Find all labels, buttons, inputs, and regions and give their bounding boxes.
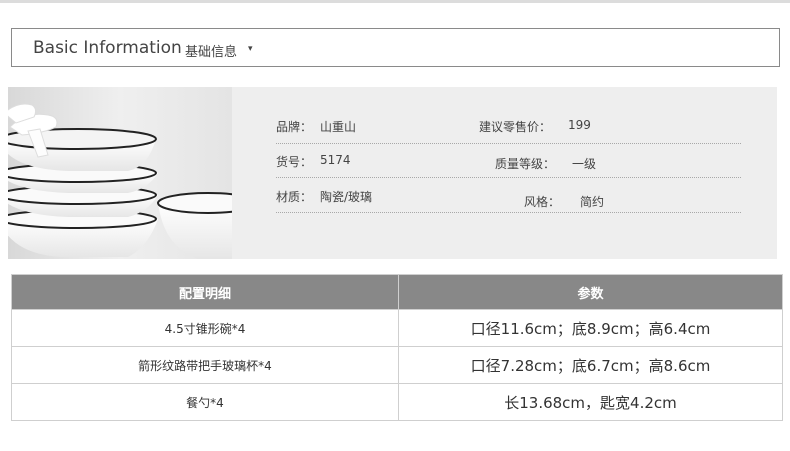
spec-table: 配置明细 参数 4.5寸锥形碗*4 口径11.6cm；底8.9cm；高6.4cm… <box>11 274 783 421</box>
config-cell: 4.5寸锥形碗*4 <box>11 309 399 347</box>
divider-row-1 <box>276 143 741 144</box>
top-divider <box>0 0 790 3</box>
style-label: 风格： <box>524 195 561 209</box>
column-header-params: 参数 <box>398 274 783 310</box>
table-row: 餐勺*4 长13.68cm，匙宽4.2cm <box>11 383 783 421</box>
price-value: 199 <box>568 118 591 132</box>
quality-grade-label: 质量等级： <box>495 157 556 171</box>
params-cell: 口径7.28cm；底6.7cm；高8.6cm <box>398 346 783 384</box>
table-row: 箭形纹路带把手玻璃杯*4 口径7.28cm；底6.7cm；高8.6cm <box>11 346 783 384</box>
caret-down-icon[interactable]: ▾ <box>248 44 253 54</box>
brand-label: 品牌： <box>276 120 313 134</box>
item-number-value: 5174 <box>320 153 351 167</box>
quality-grade-value: 一级 <box>572 157 597 171</box>
table-row: 4.5寸锥形碗*4 口径11.6cm；底8.9cm；高6.4cm <box>11 309 783 347</box>
column-header-config: 配置明细 <box>11 274 399 310</box>
material-value: 陶瓷/玻璃 <box>320 190 373 204</box>
style-value: 简约 <box>580 195 605 209</box>
params-cell: 长13.68cm，匙宽4.2cm <box>398 383 783 421</box>
section-title-english: Basic Information <box>33 38 182 58</box>
brand-value: 山重山 <box>320 120 357 134</box>
divider-row-3 <box>276 212 741 213</box>
table-header-row: 配置明细 参数 <box>11 274 783 310</box>
config-cell: 箭形纹路带把手玻璃杯*4 <box>11 346 399 384</box>
material-label: 材质： <box>276 190 313 204</box>
product-info-panel: 品牌： 山重山 建议零售价： 199 货号： 5174 质量等级： 一级 材质：… <box>8 87 777 259</box>
section-title-chinese: 基础信息 <box>185 45 238 60</box>
price-label: 建议零售价： <box>479 120 552 134</box>
divider-row-2 <box>276 177 741 178</box>
product-photo <box>8 87 232 259</box>
config-cell: 餐勺*4 <box>11 383 399 421</box>
item-number-label: 货号： <box>276 155 313 169</box>
params-cell: 口径11.6cm；底8.9cm；高6.4cm <box>398 309 783 347</box>
section-header[interactable]: Basic Information 基础信息 ▾ <box>11 28 780 67</box>
